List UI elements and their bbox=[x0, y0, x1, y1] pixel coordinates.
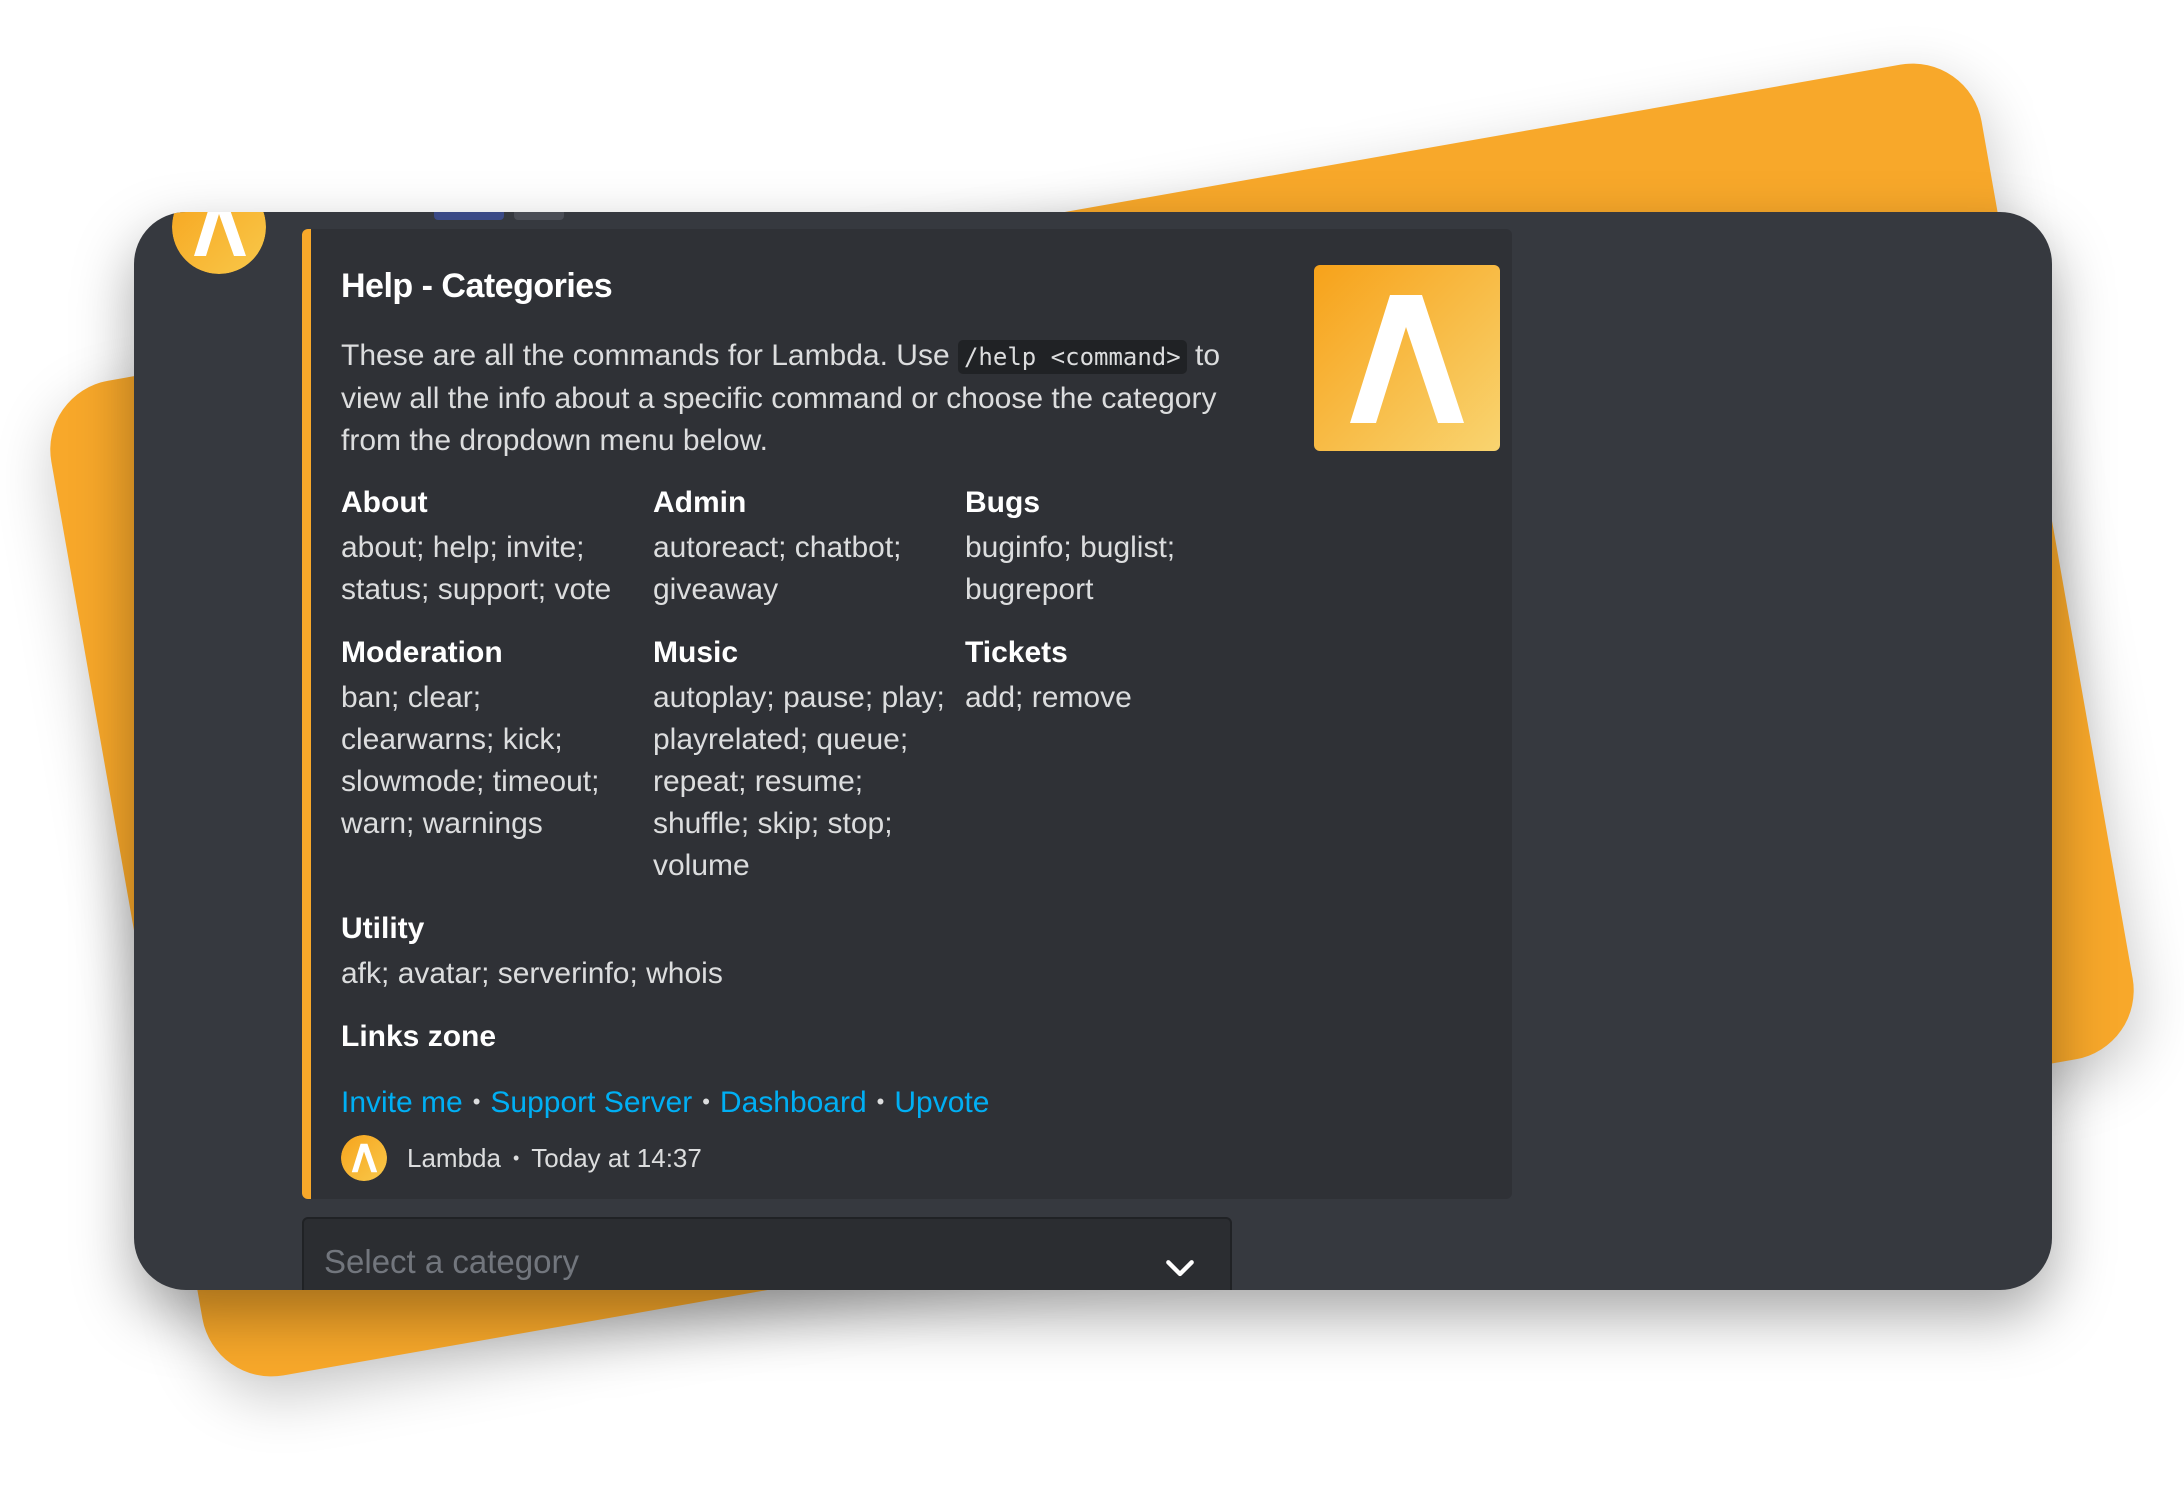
inline-code: /help <command> bbox=[957, 340, 1187, 374]
field-value: afk; avatar; serverinfo; whois bbox=[341, 957, 723, 990]
field-value: about; help; invite; status; support; vo… bbox=[341, 531, 612, 606]
field-name: Moderation bbox=[341, 636, 503, 669]
field-value: add; remove bbox=[965, 681, 1132, 714]
description-text: These are all the commands for Lambda. U… bbox=[341, 339, 958, 372]
field-name: About bbox=[341, 486, 428, 519]
category-select[interactable]: Select a category bbox=[302, 1217, 1232, 1290]
support-server-link[interactable]: Support Server bbox=[490, 1086, 692, 1119]
discord-message-window: Help - Categories These are all the comm… bbox=[134, 212, 2052, 1290]
embed-footer: Lambda • Today at 14:37 bbox=[341, 1134, 702, 1182]
field-name: Links zone bbox=[341, 1020, 497, 1053]
links-row: Invite me • Support Server • Dashboard • Upvot… bbox=[341, 1081, 989, 1124]
invite-link[interactable]: Invite me bbox=[341, 1086, 463, 1119]
field-tickets: Tickets add; remove bbox=[965, 631, 1265, 719]
field-about: About about; help; invite; status; suppo… bbox=[341, 481, 641, 611]
select-placeholder: Select a category bbox=[324, 1243, 579, 1280]
field-bugs: Bugs buginfo; buglist; bugreport bbox=[965, 481, 1265, 611]
lambda-logo-icon bbox=[341, 1135, 387, 1181]
lambda-logo-icon bbox=[1314, 265, 1500, 451]
field-links-zone: Links zone bbox=[341, 1015, 1041, 1059]
field-value: autoreact; chatbot; giveaway bbox=[653, 531, 902, 606]
footer-timestamp: Today at 14:37 bbox=[531, 1142, 702, 1173]
chevron-down-icon bbox=[1166, 1260, 1194, 1277]
embed-description: These are all the commands for Lambda. U… bbox=[341, 335, 1241, 462]
footer-avatar bbox=[341, 1135, 387, 1181]
field-name: Tickets bbox=[965, 636, 1068, 669]
header-fragment bbox=[514, 212, 564, 220]
embed-thumbnail bbox=[1314, 265, 1500, 451]
field-value: ban; clear; clearwarns; kick; slowmode; … bbox=[341, 681, 600, 840]
field-moderation: Moderation ban; clear; clearwarns; kick;… bbox=[341, 631, 641, 845]
field-admin: Admin autoreact; chatbot; giveaway bbox=[653, 481, 953, 611]
field-name: Bugs bbox=[965, 486, 1040, 519]
upvote-link[interactable]: Upvote bbox=[894, 1086, 989, 1119]
bullet-separator: • bbox=[876, 1089, 885, 1114]
field-name: Admin bbox=[653, 486, 747, 519]
dashboard-link[interactable]: Dashboard bbox=[720, 1086, 867, 1119]
lambda-logo-icon bbox=[172, 212, 266, 274]
screenshot-stage: Help - Categories These are all the comm… bbox=[0, 0, 2184, 1502]
field-value: autoplay; pause; play; playrelated; queu… bbox=[653, 681, 945, 882]
bot-avatar[interactable] bbox=[172, 212, 266, 274]
bullet-separator: • bbox=[472, 1089, 481, 1114]
field-music: Music autoplay; pause; play; playrelated… bbox=[653, 631, 953, 887]
bullet-separator: • bbox=[512, 1147, 520, 1168]
embed-title: Help - Categories bbox=[341, 267, 613, 305]
field-name: Utility bbox=[341, 912, 425, 945]
field-name: Music bbox=[653, 636, 739, 669]
field-value: buginfo; buglist; bugreport bbox=[965, 531, 1176, 606]
footer-name: Lambda bbox=[407, 1142, 501, 1173]
help-embed: Help - Categories These are all the comm… bbox=[302, 229, 1512, 1199]
username-fragment bbox=[434, 212, 504, 220]
bullet-separator: • bbox=[702, 1089, 710, 1114]
field-utility: Utility afk; avatar; serverinfo; whois bbox=[341, 907, 1041, 995]
